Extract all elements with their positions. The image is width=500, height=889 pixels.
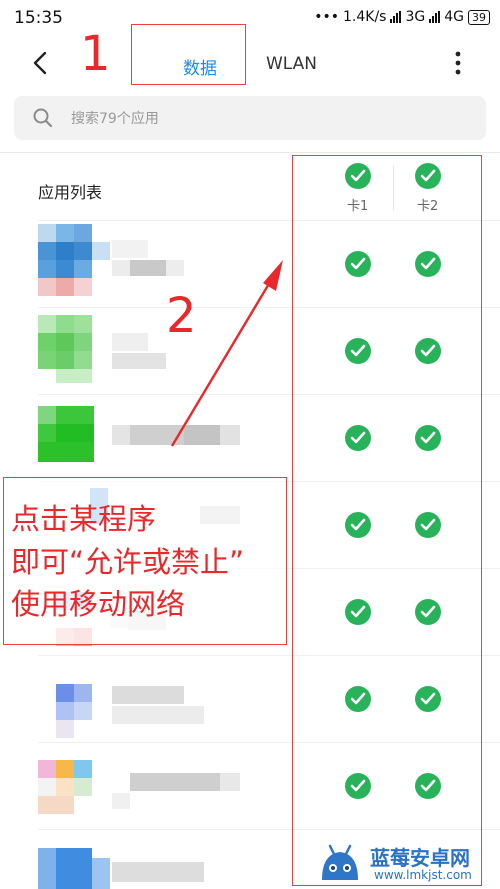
top-nav: 数据 WLAN bbox=[0, 36, 500, 90]
search-placeholder: 搜索79个应用 bbox=[71, 111, 159, 127]
annotation-box-columns bbox=[292, 155, 482, 886]
signal-icon bbox=[390, 11, 402, 23]
status-bar: 15:35 ••• 1.4K/s 3G 4G 39 bbox=[0, 0, 500, 36]
annotation-marker-2: 2 bbox=[166, 288, 197, 344]
android-logo-icon bbox=[322, 844, 358, 880]
app-icon-blurred[interactable] bbox=[38, 315, 110, 387]
annotation-note-line-2: 即可“允许或禁止” bbox=[11, 545, 245, 579]
status-time: 15:35 bbox=[14, 8, 63, 28]
app-icon-blurred[interactable] bbox=[38, 848, 110, 889]
network-type-3g: 3G bbox=[405, 9, 426, 25]
app-icon-blurred[interactable] bbox=[38, 406, 94, 462]
app-name-blurred bbox=[112, 686, 204, 726]
signal-hd-icon bbox=[429, 11, 441, 23]
annotation-note-line-1: 点击某程序 bbox=[11, 502, 157, 536]
network-type-4g: 4G bbox=[444, 9, 464, 25]
annotation-marker-1: 1 bbox=[80, 26, 111, 82]
annotation-note-line-3: 使用移动网络 bbox=[11, 587, 186, 621]
notification-dots: ••• bbox=[314, 9, 339, 25]
chevron-left-icon[interactable] bbox=[28, 50, 54, 76]
search-input[interactable]: 搜索79个应用 bbox=[14, 96, 486, 140]
app-name-blurred bbox=[112, 425, 240, 445]
app-name-blurred bbox=[112, 862, 204, 882]
app-icon-blurred[interactable] bbox=[38, 760, 110, 816]
watermark-title: 蓝莓安卓网 bbox=[370, 846, 470, 870]
annotation-box-tab bbox=[131, 24, 246, 85]
app-icon-blurred[interactable] bbox=[38, 224, 110, 296]
search-icon bbox=[33, 108, 53, 128]
more-vertical-icon[interactable] bbox=[452, 50, 464, 76]
app-name-blurred bbox=[112, 333, 166, 371]
divider bbox=[0, 152, 500, 153]
app-name-blurred bbox=[112, 240, 184, 278]
battery-icon: 39 bbox=[468, 9, 490, 25]
status-indicators: ••• 1.4K/s 3G 4G 39 bbox=[314, 9, 490, 25]
watermark: 蓝莓安卓网 www.lmkjst.com bbox=[312, 840, 498, 886]
watermark-url: www.lmkjst.com bbox=[374, 868, 472, 882]
annotation-note: 点击某程序 即可“允许或禁止” 使用移动网络 bbox=[3, 477, 287, 645]
network-speed: 1.4K/s bbox=[343, 9, 387, 25]
app-icon-blurred[interactable] bbox=[38, 684, 110, 740]
list-title: 应用列表 bbox=[38, 183, 103, 202]
app-name-blurred bbox=[112, 773, 240, 811]
tab-wlan[interactable]: WLAN bbox=[266, 54, 317, 74]
